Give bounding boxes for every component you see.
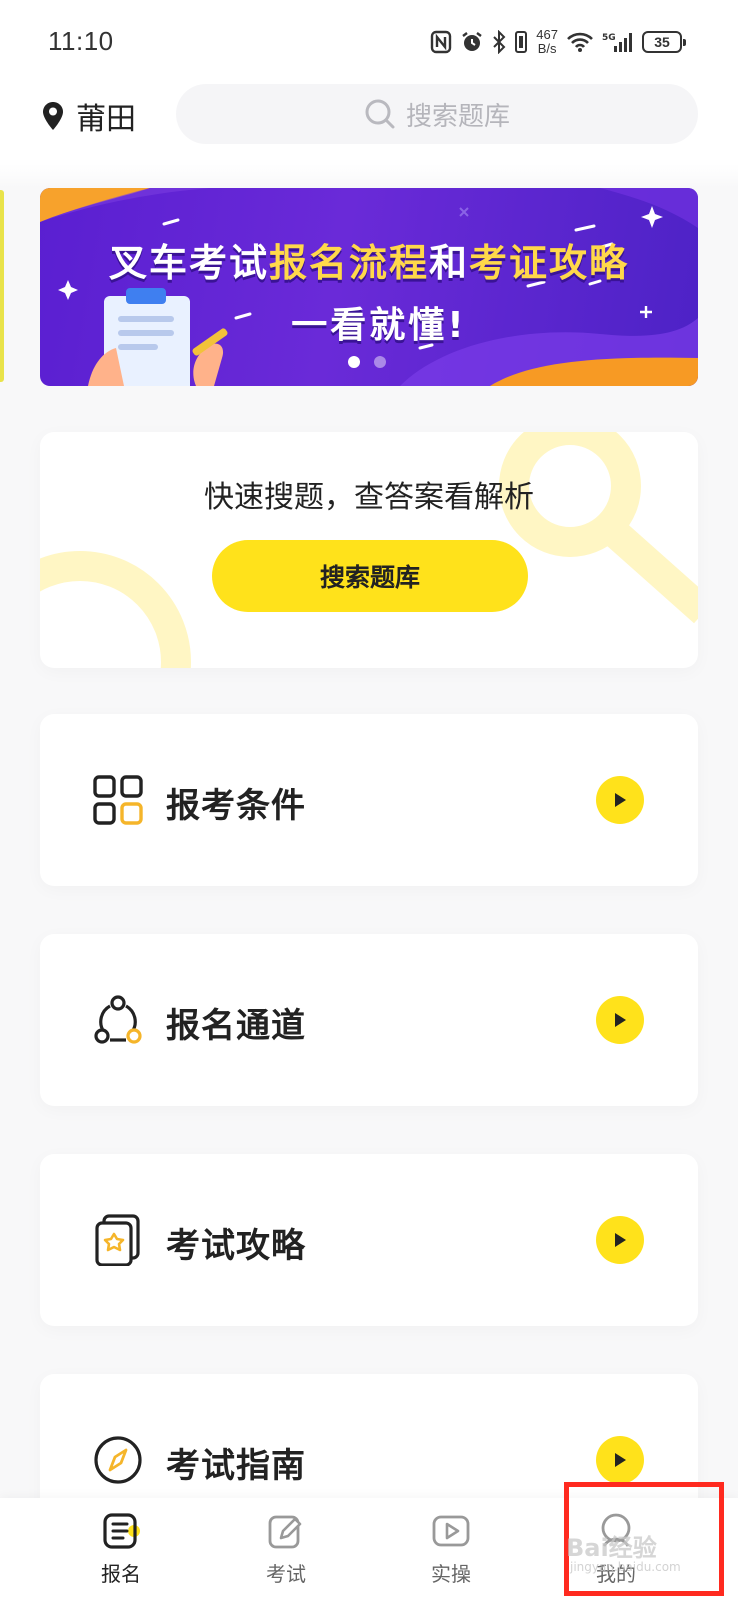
banner-text-part: 和 xyxy=(429,241,470,285)
search-bar[interactable]: 搜索题库 xyxy=(176,84,698,144)
arrow-button[interactable] xyxy=(596,776,644,824)
play-arrow-icon xyxy=(615,793,626,807)
carousel-dot[interactable] xyxy=(374,356,386,368)
carousel-dots xyxy=(348,356,386,368)
quick-search-card: 快速搜题，查答案看解析 搜索题库 xyxy=(40,432,698,668)
status-icons: 467 B/s 5G 35 xyxy=(430,26,686,58)
banner-highlight: 报名流程 xyxy=(268,241,429,285)
grid-apps-icon xyxy=(93,775,143,825)
promo-banner[interactable]: 叉车考试报名流程和考证攻略 一看就懂! xyxy=(40,188,698,386)
compass-icon xyxy=(94,1436,142,1484)
status-time: 11:10 xyxy=(48,26,114,56)
channel-nodes-icon xyxy=(94,995,142,1044)
menu-card-requirements[interactable]: 报考条件 xyxy=(40,714,698,886)
search-placeholder: 搜索题库 xyxy=(405,101,510,132)
nav-tab-exam[interactable]: 考试 xyxy=(226,1512,346,1598)
menu-label: 考试指南 xyxy=(166,1446,306,1486)
menu-label: 报名通道 xyxy=(166,1006,306,1046)
nav-tab-practice[interactable]: 实操 xyxy=(391,1512,511,1598)
strategy-cards-icon xyxy=(95,1214,140,1266)
menu-label: 报考条件 xyxy=(166,786,306,826)
battery-icon: 35 xyxy=(642,31,686,53)
nav-tab-register[interactable]: 报名 xyxy=(61,1512,181,1598)
banner-subline: 一看就懂! xyxy=(291,305,467,346)
watermark-url: jingyan.baidu.com xyxy=(570,1560,681,1574)
wifi-icon xyxy=(567,32,593,52)
banner-highlight: 考证攻略 xyxy=(469,241,630,285)
location-pin-icon xyxy=(43,102,63,130)
nfc-icon xyxy=(431,30,452,54)
search-bank-button[interactable]: 搜索题库 xyxy=(212,540,528,612)
search-icon xyxy=(365,99,395,129)
play-arrow-icon xyxy=(615,1233,626,1247)
location-selector[interactable]: 莆田 xyxy=(42,94,136,138)
arrow-button[interactable] xyxy=(596,1436,644,1484)
menu-card-strategy[interactable]: 考试攻略 xyxy=(40,1154,698,1326)
list-icon xyxy=(103,1513,140,1549)
svg-text:5G: 5G xyxy=(602,33,616,43)
header-fade xyxy=(0,164,738,188)
location-text: 莆田 xyxy=(76,102,136,137)
play-arrow-icon xyxy=(615,1013,626,1027)
bluetooth-icon xyxy=(493,30,506,54)
menu-label: 考试攻略 xyxy=(166,1226,306,1266)
arrow-button[interactable] xyxy=(596,1216,644,1264)
net-speed-value: 467 xyxy=(536,27,558,42)
nav-label: 考试 xyxy=(266,1562,306,1586)
arrow-button[interactable] xyxy=(596,996,644,1044)
net-speed-unit: B/s xyxy=(537,41,557,56)
net-speed: 467 B/s xyxy=(536,28,558,56)
edit-icon xyxy=(268,1515,302,1549)
nav-label: 报名 xyxy=(101,1562,141,1586)
header: 莆田 搜索题库 xyxy=(0,84,738,164)
status-bar: 11:10 467 B/s 5G 35 xyxy=(0,0,738,84)
menu-card-channel[interactable]: 报名通道 xyxy=(40,934,698,1106)
play-icon xyxy=(432,1515,470,1547)
alarm-icon xyxy=(462,32,483,51)
signal-5g-icon: 5G xyxy=(602,33,632,52)
nav-label: 实操 xyxy=(431,1562,471,1586)
quick-search-title: 快速搜题，查答案看解析 xyxy=(204,480,534,515)
banner-headline: 叉车考试报名流程和考证攻略 xyxy=(40,232,698,287)
prev-banner-edge xyxy=(0,190,4,382)
watermark: Bai经验 xyxy=(566,1534,657,1562)
carousel-dot-active[interactable] xyxy=(348,356,360,368)
play-arrow-icon xyxy=(615,1453,626,1467)
vibrate-icon xyxy=(515,31,528,53)
banner-text-part: 叉车考试 xyxy=(108,241,269,285)
